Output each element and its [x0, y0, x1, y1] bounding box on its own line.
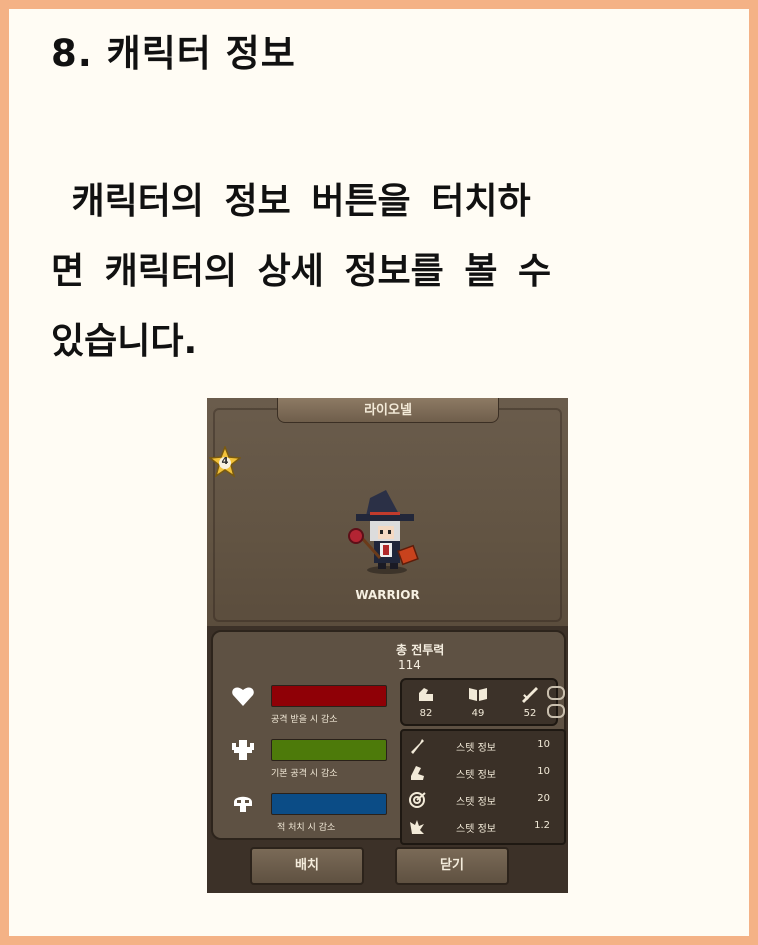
stat-intelligence: 49 [458, 684, 498, 719]
ring-decoration [547, 686, 565, 700]
section-heading: 8. 캐릭터 정보 [51, 32, 296, 75]
kill-gauge-caption: 적 처치 시 감소 [277, 823, 336, 833]
stat-detail-list: 스텟 정보 10 스텟 정보 10 스텟 정보 20 스텟 정보 1.2 [400, 729, 566, 845]
intelligence-value: 49 [471, 708, 485, 719]
detail-value: 10 [537, 739, 550, 750]
boot-icon [411, 766, 424, 780]
book-icon [469, 688, 487, 701]
attack-gauge-caption: 기본 공격 시 감소 [271, 769, 338, 779]
description-paragraph: 캐릭터의 정보 버튼을 터치하 면 캐릭터의 상세 정보를 볼 수 있습니다. [51, 167, 711, 377]
character-sprite [340, 486, 430, 582]
wizard-sprite-icon [348, 490, 419, 574]
detail-value: 10 [537, 766, 550, 777]
character-name: 라이오넬 [364, 403, 412, 418]
strength-value: 82 [419, 708, 433, 719]
health-gauge-bar [271, 685, 387, 707]
kill-gauge-bar [271, 793, 387, 815]
character-class: WARRIOR [355, 588, 420, 602]
critical-icon [410, 820, 424, 834]
description-line: 있습니다. [51, 321, 198, 362]
detail-label: 스텟 정보 [456, 770, 496, 781]
close-button[interactable]: 닫기 [395, 847, 509, 885]
character-info-screen: 라이오넬 4 WARRIOR 총 전투력 114 공격 받을 시 감소 기본 공… [207, 398, 568, 893]
arm-strength-icon [419, 688, 433, 701]
stat-strength: 82 [406, 684, 446, 719]
total-power-value: 114 [398, 658, 421, 672]
description-line: 캐릭터의 정보 버튼을 터치하 [51, 181, 531, 222]
detail-value: 20 [537, 793, 550, 804]
place-button[interactable]: 배치 [250, 847, 364, 885]
detail-row: 스텟 정보 10 [402, 760, 564, 786]
level-star-badge: 4 [208, 444, 242, 478]
target-icon [409, 792, 426, 808]
sword-icon [411, 739, 424, 754]
detail-value: 1.2 [534, 820, 550, 831]
heart-icon [231, 684, 255, 708]
attack-gauge-bar [271, 739, 387, 761]
detail-label: 스텟 정보 [456, 824, 496, 835]
dagger-icon [522, 687, 538, 703]
detail-row: 스텟 정보 10 [402, 733, 564, 759]
detail-label: 스텟 정보 [456, 797, 496, 808]
description-line: 면 캐릭터의 상세 정보를 볼 수 [51, 251, 552, 292]
muscle-icon [231, 738, 255, 762]
detail-label: 스텟 정보 [456, 743, 496, 754]
ring-decoration [547, 704, 565, 718]
detail-row: 스텟 정보 1.2 [402, 814, 564, 840]
title-plate: 라이오넬 [277, 398, 499, 423]
stat-agility: 52 [510, 684, 550, 719]
agility-value: 52 [523, 708, 537, 719]
stats-card: 총 전투력 114 공격 받을 시 감소 기본 공격 시 감소 적 처치 시 감… [211, 630, 566, 845]
skull-icon [231, 792, 255, 816]
base-stat-box: 82 49 52 [400, 678, 558, 726]
level-number: 4 [221, 456, 229, 467]
health-gauge-caption: 공격 받을 시 감소 [271, 715, 338, 725]
total-power-label: 총 전투력 [396, 643, 445, 657]
detail-row: 스텟 정보 20 [402, 787, 564, 813]
stats-section: 총 전투력 114 공격 받을 시 감소 기본 공격 시 감소 적 처치 시 감… [207, 626, 568, 893]
